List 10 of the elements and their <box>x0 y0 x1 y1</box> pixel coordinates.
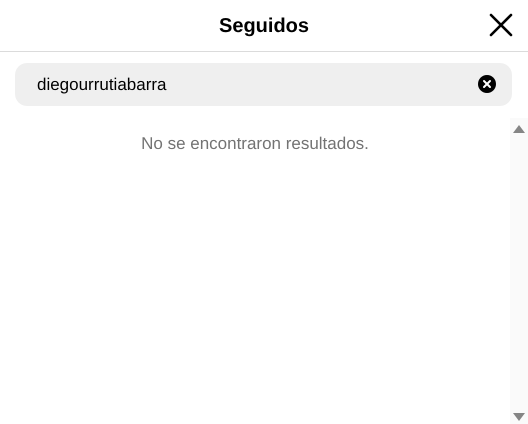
scroll-up-icon[interactable] <box>512 124 526 134</box>
clear-icon <box>478 75 496 93</box>
empty-message: No se encontraron resultados. <box>141 134 369 153</box>
search-field[interactable]: diegourrutiabarra <box>15 63 512 106</box>
close-icon <box>488 12 514 38</box>
scroll-down-icon[interactable] <box>512 412 526 422</box>
clear-button[interactable] <box>478 75 496 93</box>
scrollbar[interactable] <box>510 118 528 424</box>
dialog-title: Seguidos <box>218 14 309 38</box>
close-button[interactable] <box>488 12 514 38</box>
